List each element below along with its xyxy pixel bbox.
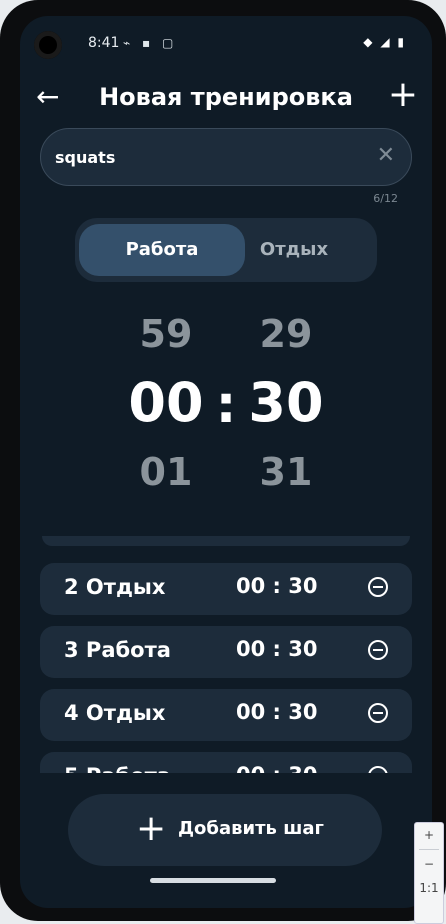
divider <box>419 849 439 850</box>
app-bar: ← Новая тренировка + <box>20 76 432 120</box>
time-picker: 59 00 01 : 29 30 31 <box>20 306 432 506</box>
add-step-label: Добавить шаг <box>178 818 324 839</box>
add-icon[interactable]: + <box>388 76 418 114</box>
phone-frame: 8:41 ⌁ ▪ ▢ ◆ ◢ ▮ ← Новая тренировка + ✕ … <box>0 0 446 921</box>
character-counter: 6/12 <box>373 192 398 205</box>
clear-icon[interactable]: ✕ <box>377 143 395 168</box>
minutes-prev: 59 <box>139 312 193 356</box>
step-name: 4 Отдых <box>64 701 166 725</box>
emulator-zoom-controls: + − 1:1 <box>414 822 444 924</box>
seconds-wheel[interactable]: 29 30 31 <box>241 306 331 500</box>
step-name: 3 Работа <box>64 638 171 662</box>
list-item[interactable]: 2 Отдых 00 : 30 <box>40 563 412 615</box>
home-indicator[interactable] <box>150 878 276 883</box>
status-time: 8:41 <box>88 35 120 51</box>
workout-name-input[interactable] <box>53 141 357 173</box>
remove-step-icon[interactable] <box>368 766 388 773</box>
step-duration: 00 : 30 <box>236 763 317 773</box>
remove-step-icon[interactable] <box>368 577 388 597</box>
list-item[interactable]: 4 Отдых 00 : 30 <box>40 689 412 741</box>
list-item[interactable]: 5 Работа 00 : 30 <box>40 752 412 773</box>
minutes-wheel[interactable]: 59 00 01 <box>121 306 211 500</box>
remove-step-icon[interactable] <box>368 703 388 723</box>
time-separator: : <box>215 375 237 435</box>
notification-icons: ⌁ ▪ ▢ <box>123 36 178 50</box>
step-duration: 00 : 30 <box>236 700 318 724</box>
list-item-partial <box>42 536 410 546</box>
step-duration: 00 : 30 <box>236 637 318 661</box>
seconds-current: 30 <box>248 371 324 434</box>
minutes-next: 01 <box>139 450 193 494</box>
status-bar: 8:41 ⌁ ▪ ▢ ◆ ◢ ▮ <box>20 31 432 59</box>
step-name: 2 Отдых <box>64 575 166 599</box>
zoom-reset-button[interactable]: 1:1 <box>415 876 443 900</box>
zoom-out-button[interactable]: − <box>415 852 443 876</box>
step-name: 5 Работа <box>64 764 171 773</box>
list-item[interactable]: 3 Работа 00 : 30 <box>40 626 412 678</box>
tab-rest[interactable]: Отдых <box>215 224 373 276</box>
front-camera <box>34 31 62 59</box>
remove-step-icon[interactable] <box>368 640 388 660</box>
workout-name-field: ✕ <box>40 128 412 186</box>
work-rest-toggle: Работа Отдых <box>75 218 377 282</box>
minutes-current: 00 <box>128 371 204 434</box>
app-screen: 8:41 ⌁ ▪ ▢ ◆ ◢ ▮ ← Новая тренировка + ✕ … <box>20 16 432 908</box>
plus-icon: + <box>136 808 167 849</box>
add-step-button[interactable]: + Добавить шаг <box>68 794 382 866</box>
system-icons: ◆ ◢ ▮ <box>363 35 406 49</box>
step-duration: 00 : 30 <box>236 574 318 598</box>
steps-list[interactable]: 2 Отдых 00 : 30 3 Работа 00 : 30 4 Отдых… <box>40 536 412 773</box>
zoom-in-button[interactable]: + <box>415 823 443 847</box>
seconds-next: 31 <box>259 450 313 494</box>
seconds-prev: 29 <box>259 312 313 356</box>
page-title: Новая тренировка <box>99 83 353 111</box>
